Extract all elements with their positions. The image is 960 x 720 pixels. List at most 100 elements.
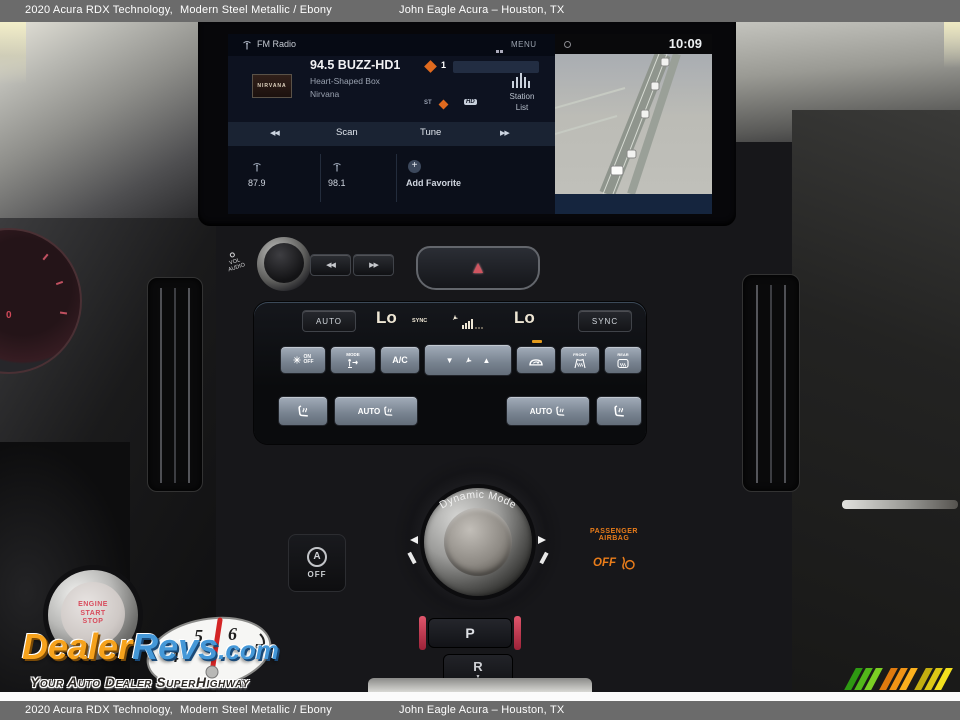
idle-stop-off-label: OFF bbox=[308, 570, 327, 579]
front-defrost-button[interactable]: FRONT bbox=[560, 346, 600, 374]
menu-button[interactable]: MENU bbox=[511, 40, 537, 49]
rear-defrost-button[interactable]: REAR bbox=[604, 346, 642, 374]
album-art-text: NIRVANA bbox=[257, 83, 286, 89]
nav-bottom-bar bbox=[555, 194, 712, 214]
volume-knob-cap[interactable] bbox=[264, 243, 304, 283]
song-title: Heart-Shaped Box bbox=[310, 76, 380, 86]
seek-prev-button[interactable]: ◀◀ bbox=[310, 254, 351, 276]
tune-button[interactable]: Tune bbox=[420, 127, 441, 138]
compass-icon bbox=[564, 41, 571, 48]
driver-seat-heat-button[interactable] bbox=[278, 396, 328, 426]
hd-box-badge: HD bbox=[464, 99, 477, 105]
watermark-tagline: Your Auto Dealer SuperHighway bbox=[30, 674, 249, 690]
vent-slat bbox=[188, 288, 190, 483]
station-list-icon[interactable] bbox=[511, 70, 531, 86]
temp-left-display: Lo bbox=[376, 308, 397, 328]
gear-accent-right bbox=[514, 616, 521, 650]
door-handle-trim bbox=[842, 500, 958, 509]
heated-seat-icon bbox=[383, 406, 394, 417]
passenger-seat-auto-button[interactable]: AUTO bbox=[506, 396, 590, 426]
hd-channel-number: 1 bbox=[441, 60, 446, 70]
driver-seat-auto-button[interactable]: AUTO bbox=[334, 396, 418, 426]
stripes-logo bbox=[850, 668, 954, 692]
airbag-off-label: OFF bbox=[593, 557, 616, 569]
prev-track-button[interactable]: ◀◀ bbox=[270, 129, 279, 137]
nav-status-bar: 10:09 bbox=[555, 34, 712, 54]
volume-label: VOL AUDIO bbox=[223, 250, 245, 273]
recirculation-button[interactable] bbox=[516, 346, 556, 374]
scan-button[interactable]: Scan bbox=[336, 127, 358, 138]
gauge-tick bbox=[56, 281, 63, 285]
seek-next-button[interactable]: ▶▶ bbox=[353, 254, 394, 276]
svg-text:Dynamic Mode: Dynamic Mode bbox=[438, 489, 519, 512]
white-strip bbox=[0, 692, 960, 701]
presets-row: 87.9 98.1 + Add Favorite bbox=[228, 146, 555, 214]
airflow-mode-icon bbox=[347, 358, 359, 368]
hvac-sync-button[interactable]: SYNC bbox=[578, 310, 632, 332]
power-icon bbox=[229, 252, 235, 258]
album-art: NIRVANA bbox=[252, 74, 292, 98]
top-caption-bar: 2020 Acura RDX Technology, Modern Steel … bbox=[0, 0, 960, 22]
caption-dealer: John Eagle Acura – Houston, TX bbox=[399, 704, 564, 716]
ac-button[interactable]: A/C bbox=[380, 346, 420, 374]
rear-defrost-icon bbox=[617, 358, 629, 369]
airbag-text-line2: AIRBAG bbox=[572, 535, 656, 542]
climate-onoff-button[interactable]: ONOFF bbox=[280, 346, 326, 374]
recirculation-icon bbox=[528, 355, 544, 366]
watermark-wordmark: Dealer Revs .com bbox=[22, 626, 279, 668]
dynamic-mode-arc: Dynamic Mode bbox=[398, 460, 558, 580]
snowflake-icon bbox=[293, 356, 301, 364]
preset-1-button[interactable]: 87.9 bbox=[248, 178, 266, 188]
vent-slat bbox=[160, 288, 162, 483]
caption-dealer: John Eagle Acura – Houston, TX bbox=[399, 4, 564, 16]
hazard-button[interactable]: ▲ bbox=[416, 246, 540, 290]
airbag-text-line1: PASSENGER bbox=[572, 528, 656, 535]
stereo-indicator: ST bbox=[424, 100, 432, 106]
door-panel-right bbox=[792, 110, 960, 692]
audio-source-label: FM Radio bbox=[257, 39, 296, 49]
fan-icon bbox=[463, 355, 474, 366]
add-favorite-plus-icon[interactable]: + bbox=[408, 160, 421, 173]
heated-seat-icon bbox=[613, 405, 626, 418]
wordmark-com: .com bbox=[218, 635, 279, 668]
climate-panel: AUTO SYNC Lo SYNC Lo ONOFF MODE A/C ▼ ▲ bbox=[254, 302, 646, 444]
temp-right-display: Lo bbox=[514, 308, 535, 328]
park-button[interactable]: P bbox=[428, 618, 512, 648]
fan-down-icon: ▼ bbox=[446, 356, 454, 365]
nav-map[interactable] bbox=[555, 54, 712, 194]
gear-accent-left bbox=[419, 616, 426, 650]
antenna-icon bbox=[242, 40, 252, 50]
passenger-seat-heat-button[interactable] bbox=[596, 396, 642, 426]
idle-stop-button[interactable]: A OFF bbox=[288, 534, 346, 592]
watermark-logo: 4 5 6 7 Dealer Revs .com Your Auto Deale… bbox=[6, 618, 336, 692]
preset-2-button[interactable]: 98.1 bbox=[328, 178, 346, 188]
caption-trim: Modern Steel Metallic / Ebony bbox=[180, 4, 332, 16]
windshield-glow-right bbox=[944, 22, 960, 68]
sync-indicator: SYNC bbox=[412, 318, 427, 324]
mode-button[interactable]: MODE bbox=[330, 346, 376, 374]
fan-speed-bars bbox=[462, 311, 483, 324]
station-list-label-1[interactable]: Station bbox=[496, 92, 548, 101]
heated-seat-icon bbox=[297, 405, 310, 418]
hvac-auto-button[interactable]: AUTO bbox=[302, 310, 356, 332]
fan-speed-button[interactable]: ▼ ▲ bbox=[424, 344, 512, 376]
vent-slat bbox=[756, 285, 758, 483]
recirc-indicator-led bbox=[532, 340, 542, 343]
air-vent-right bbox=[742, 274, 800, 492]
front-defrost-icon bbox=[574, 358, 586, 369]
dash-top-left bbox=[0, 22, 212, 222]
audio-screen: FM Radio MENU NIRVANA 94.5 BUZZ-HD1 Hear… bbox=[228, 34, 555, 214]
add-favorite-button[interactable]: Add Favorite bbox=[406, 178, 461, 188]
transport-bar: ◀◀ Scan Tune ▶▶ bbox=[228, 122, 555, 146]
airbag-icon bbox=[619, 556, 635, 570]
wordmark-revs: Revs bbox=[132, 626, 218, 668]
clock: 10:09 bbox=[669, 36, 702, 51]
hd-radio-icon bbox=[424, 60, 437, 73]
station-list-label-2[interactable]: List bbox=[496, 103, 548, 112]
auto-idle-stop-icon: A bbox=[307, 547, 327, 567]
fan-up-icon: ▲ bbox=[483, 356, 491, 365]
caption-trim: Modern Steel Metallic / Ebony bbox=[180, 704, 332, 716]
station-name: 94.5 BUZZ-HD1 bbox=[310, 58, 400, 72]
air-vent-left bbox=[147, 277, 203, 492]
next-track-button[interactable]: ▶▶ bbox=[500, 129, 509, 137]
